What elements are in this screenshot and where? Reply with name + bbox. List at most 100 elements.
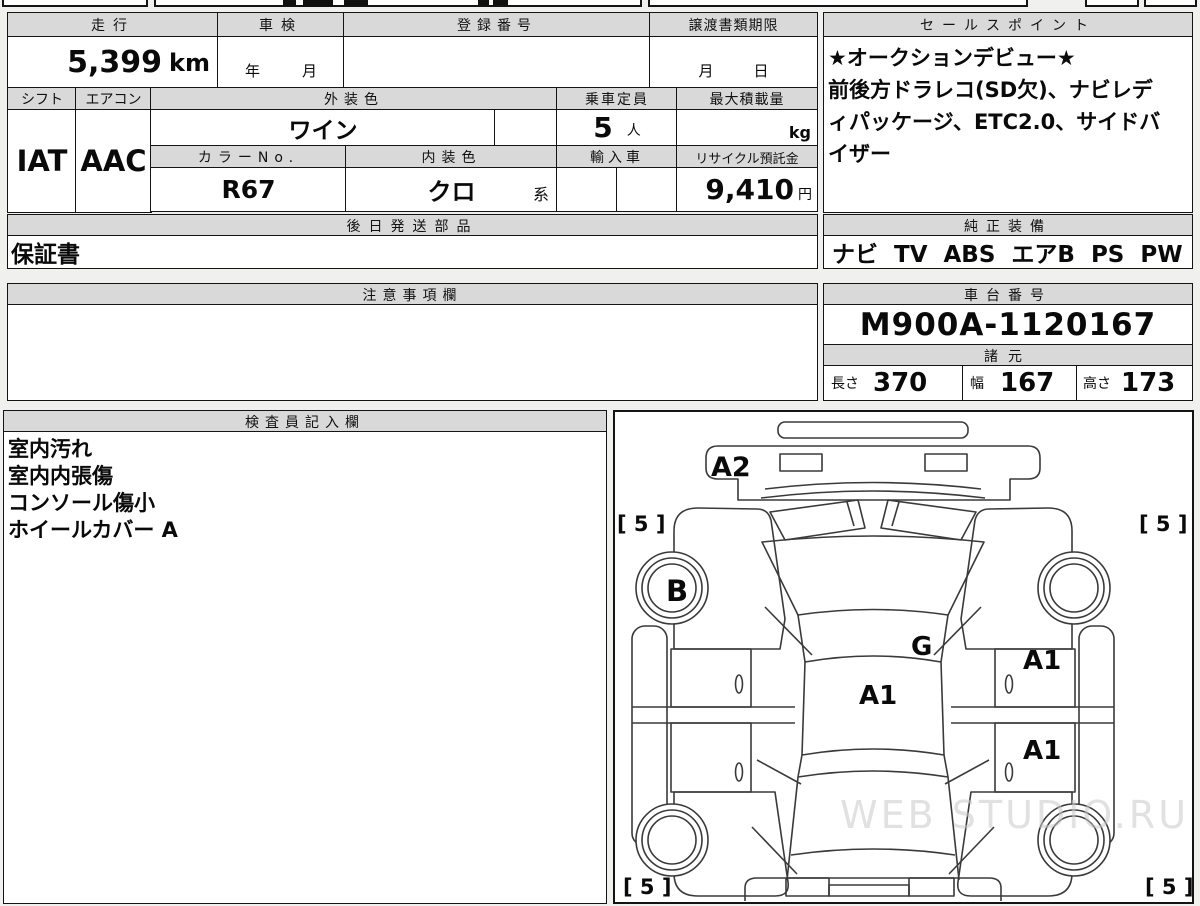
wiper-right — [880, 499, 977, 541]
corner-mark-bottom-left: [ 5 ] — [623, 875, 671, 899]
watermark-text: WEB STUDIO.RU — [840, 793, 1189, 837]
tail-lamp-left — [785, 877, 830, 897]
interior-color-suffix: 系 — [532, 185, 549, 204]
length-value: 370 — [873, 368, 928, 398]
interior-color-header: 内装色 — [345, 145, 558, 169]
roof-front-band-side — [940, 614, 949, 663]
door-gap-left — [632, 706, 795, 724]
door-handle — [1004, 674, 1014, 694]
inspector-header: 検査員記入欄 — [3, 410, 607, 433]
front-lamp-right — [924, 453, 968, 472]
max-load-value: kg — [676, 109, 818, 147]
inspection-year-label: 年 — [244, 62, 260, 80]
aircon-value: AAC — [75, 109, 152, 213]
mileage-header: 走行 — [7, 12, 219, 38]
damage-mark-door-front-right: A1 — [1023, 646, 1061, 676]
inspector-note-line: コンソール傷小 — [8, 491, 155, 515]
rear-deck-line — [790, 848, 956, 856]
cutoff-cell — [154, 0, 642, 7]
later-parts-header: 後日発送部品 — [7, 214, 818, 237]
roof-front-band-side — [797, 614, 806, 663]
height-label: 高さ — [1083, 376, 1111, 392]
inspection-value: 年 月 — [217, 36, 345, 89]
roof-front-strip — [777, 421, 969, 439]
roof-rear-band-side — [797, 754, 803, 778]
wiper-left-blade — [846, 501, 855, 527]
transfer-deadline-value: 月 日 — [649, 36, 818, 89]
interior-color-value: クロ 系 — [345, 167, 558, 212]
wiper-right-blade — [891, 501, 900, 527]
import-value-cell-1 — [556, 167, 618, 212]
roof-rear-band — [801, 748, 945, 756]
cowl-line — [760, 490, 986, 499]
length-label: 長さ — [831, 376, 859, 392]
equipment-header: 純正装備 — [823, 214, 1193, 237]
inspector-note-line: 室内内張傷 — [8, 464, 113, 488]
sales-point-line: イザー — [828, 142, 891, 166]
front-lamp-left — [779, 453, 823, 472]
sales-point-line: 前後方ドラレコ(SD欠)、ナビレデ — [828, 78, 1153, 102]
chassis-number: M900A-1120167 — [859, 307, 1157, 343]
registration-value — [343, 36, 651, 89]
width-value: 167 — [1000, 368, 1055, 398]
cowl-line — [764, 481, 982, 490]
front-bumper — [705, 445, 1041, 501]
damage-mark-roof: A1 — [859, 681, 897, 711]
interior-color-text: クロ — [427, 178, 476, 206]
inspection-month-label: 月 — [302, 62, 318, 80]
inspector-note-line: 室内汚れ — [8, 437, 92, 461]
transfer-deadline-header: 譲渡書類期限 — [649, 12, 818, 38]
height-value: 173 — [1121, 368, 1176, 398]
capacity-unit: 人 — [626, 123, 641, 139]
wheel-rear-left — [635, 803, 709, 877]
equipment-value: ナビ TV ABS エアB PS PW — [823, 235, 1193, 269]
roof-side-right — [940, 661, 945, 756]
dimensions-header: 諸元 — [823, 344, 1193, 367]
color-no-text: R67 — [221, 175, 276, 204]
door-handle — [734, 674, 744, 694]
damage-mark-cowl-g: G — [911, 632, 932, 662]
license-recess — [828, 884, 910, 897]
registration-header: 登録番号 — [343, 12, 651, 38]
capacity-value: 5 人 — [556, 109, 678, 147]
roof-rear-band — [797, 770, 949, 778]
mileage-number: 5,399 — [67, 45, 163, 80]
import-value-cell-2 — [616, 167, 678, 212]
damage-mark-front-bumper: A2 — [711, 452, 751, 483]
capacity-header: 乗車定員 — [556, 87, 678, 111]
c-pillar-left — [756, 759, 802, 785]
rear-bumper — [744, 877, 1002, 901]
later-parts-value: 保証書 — [7, 235, 818, 269]
recycle-header: リサイクル預託金 — [676, 145, 818, 169]
exterior-color-text: ワイン — [288, 118, 358, 144]
shift-header: シフト — [7, 87, 77, 111]
aircon-value-text: AAC — [80, 144, 147, 178]
exterior-color-value: ワイン — [150, 109, 496, 147]
chassis-value: M900A-1120167 — [823, 304, 1193, 346]
cutoff-cell — [2, 0, 148, 7]
sales-point-line: ィパッケージ、ETC2.0、サイドバ — [828, 110, 1161, 134]
color-no-header: カラーNo. — [150, 145, 347, 169]
cutoff-text-fragment — [303, 0, 333, 7]
capacity-number: 5 — [593, 111, 613, 144]
mileage-unit: km — [169, 48, 210, 77]
aircon-header: エアコン — [75, 87, 152, 111]
wheel-front-right — [1037, 551, 1111, 625]
damage-mark-wheel-b: B — [666, 574, 688, 608]
caution-header: 注意事項欄 — [7, 283, 818, 306]
max-load-header: 最大積載量 — [676, 87, 818, 111]
corner-mark-top-left: [ 5 ] — [617, 512, 665, 536]
auction-sheet: { "colors": { "header_bg": "#d9d9d9", "b… — [0, 0, 1200, 904]
cutoff-cell — [1144, 0, 1197, 7]
inspection-header: 車検 — [217, 12, 345, 38]
corner-mark-bottom-right: [ 5 ] — [1145, 875, 1192, 899]
car-diagram: WEB STUDIO.RU A2 [ 5 ] [ 5 ] B G A1 A1 A… — [617, 421, 1193, 901]
max-load-unit: kg — [788, 123, 811, 142]
color-no-value: R67 — [150, 167, 347, 212]
width-cell: 幅 167 — [962, 365, 1078, 401]
inspector-note-line: ホイールカバー A — [8, 518, 178, 542]
transfer-month-label: 月 — [698, 62, 714, 80]
wiper-left — [769, 499, 866, 541]
height-cell: 高さ 173 — [1076, 365, 1193, 401]
exterior-color-extra-cell — [494, 109, 558, 147]
